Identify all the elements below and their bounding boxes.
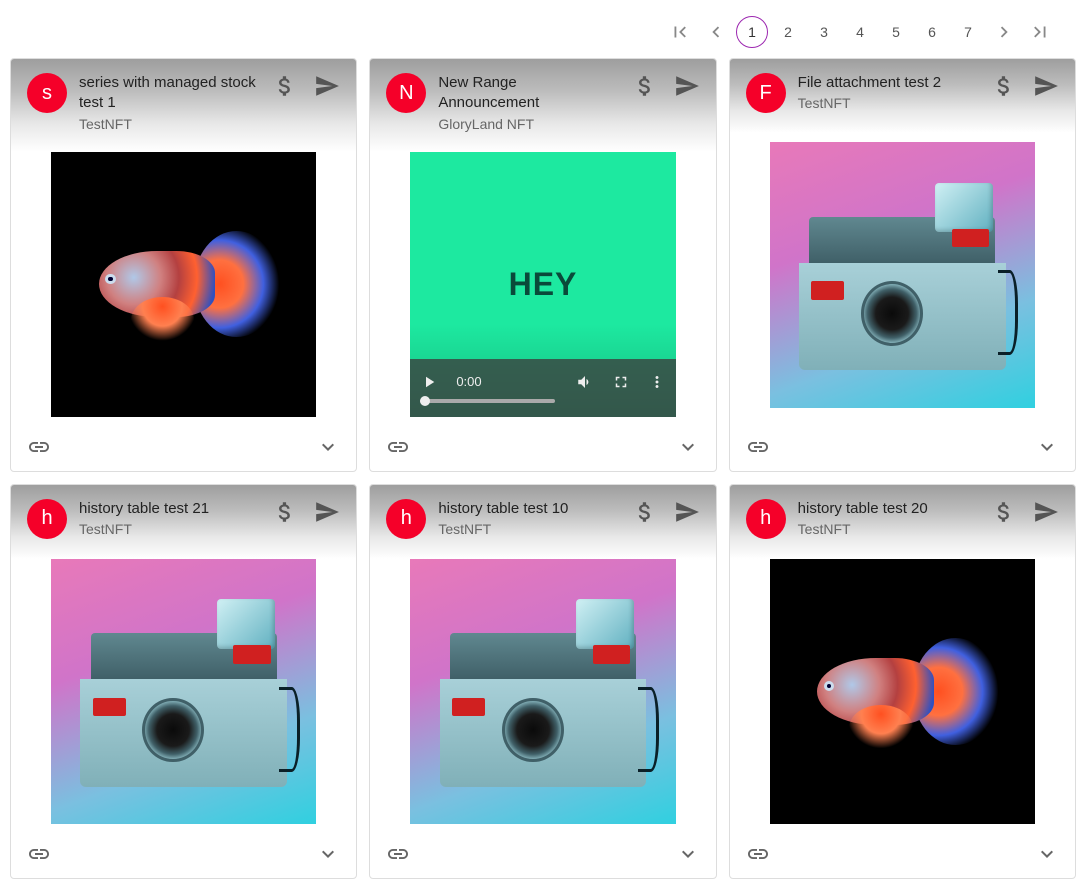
card-subtitle: GloryLand NFT: [438, 116, 619, 132]
link-icon[interactable]: [27, 842, 51, 866]
nft-card: F File attachment test 2 TestNFT: [729, 58, 1076, 472]
card-header-text: history table test 21 TestNFT: [79, 499, 260, 537]
link-icon[interactable]: [746, 842, 770, 866]
price-icon[interactable]: [632, 73, 658, 99]
link-icon[interactable]: [746, 435, 770, 459]
page-number-button[interactable]: 1: [736, 16, 768, 48]
card-grid: s series with managed stock test 1 TestN…: [10, 58, 1076, 879]
image-thumbnail: [51, 152, 316, 417]
card-header: N New Range Announcement GloryLand NFT: [370, 59, 715, 152]
expand-icon[interactable]: [1035, 435, 1059, 459]
card-header-text: File attachment test 2 TestNFT: [798, 73, 979, 111]
card-footer: [730, 830, 1075, 878]
send-icon[interactable]: [1033, 73, 1059, 99]
image-thumbnail: [770, 142, 1035, 407]
card-media: [11, 152, 356, 423]
link-icon[interactable]: [27, 435, 51, 459]
prev-page-button[interactable]: [700, 16, 732, 48]
card-title: history table test 21: [79, 499, 260, 519]
send-icon[interactable]: [314, 73, 340, 99]
page-number-button[interactable]: 6: [916, 16, 948, 48]
expand-icon[interactable]: [1035, 842, 1059, 866]
card-header: s series with managed stock test 1 TestN…: [11, 59, 356, 152]
page-number-button[interactable]: 2: [772, 16, 804, 48]
avatar: F: [746, 73, 786, 113]
avatar: N: [386, 73, 426, 113]
card-media: [370, 559, 715, 830]
page-number-button[interactable]: 4: [844, 16, 876, 48]
pagination: 1234567: [10, 10, 1076, 58]
image-thumbnail: [770, 559, 1035, 824]
price-icon[interactable]: [272, 73, 298, 99]
card-header-text: New Range Announcement GloryLand NFT: [438, 73, 619, 132]
next-page-button[interactable]: [988, 16, 1020, 48]
nft-card: h history table test 21 TestNFT: [10, 484, 357, 879]
card-footer: [370, 423, 715, 471]
nft-card: h history table test 20 TestNFT: [729, 484, 1076, 879]
nft-card: N New Range Announcement GloryLand NFT H…: [369, 58, 716, 472]
card-title: File attachment test 2: [798, 73, 979, 93]
card-title: series with managed stock test 1: [79, 73, 260, 114]
card-title: history table test 10: [438, 499, 619, 519]
avatar: h: [27, 499, 67, 539]
card-footer: [370, 830, 715, 878]
fullscreen-icon[interactable]: [612, 373, 630, 391]
card-footer: [11, 423, 356, 471]
page-number-button[interactable]: 5: [880, 16, 912, 48]
video-overlay-text: HEY: [509, 266, 578, 303]
nft-card: h history table test 10 TestNFT: [369, 484, 716, 879]
card-header-text: series with managed stock test 1 TestNFT: [79, 73, 260, 132]
card-footer: [11, 830, 356, 878]
expand-icon[interactable]: [316, 842, 340, 866]
card-header: F File attachment test 2 TestNFT: [730, 59, 1075, 133]
card-header-text: history table test 10 TestNFT: [438, 499, 619, 537]
video-controls: 0:00: [410, 359, 675, 417]
more-icon[interactable]: [648, 373, 666, 391]
image-thumbnail: [51, 559, 316, 824]
avatar: h: [746, 499, 786, 539]
send-icon[interactable]: [674, 499, 700, 525]
send-icon[interactable]: [314, 499, 340, 525]
expand-icon[interactable]: [316, 435, 340, 459]
card-subtitle: TestNFT: [438, 521, 619, 537]
card-title: history table test 20: [798, 499, 979, 519]
page-number-button[interactable]: 3: [808, 16, 840, 48]
avatar: s: [27, 73, 67, 113]
card-media: [730, 559, 1075, 830]
video-progress[interactable]: [420, 399, 555, 403]
link-icon[interactable]: [386, 435, 410, 459]
card-media: HEY 0:00: [370, 152, 715, 423]
volume-icon[interactable]: [576, 373, 594, 391]
page-number-button[interactable]: 7: [952, 16, 984, 48]
video-time: 0:00: [456, 374, 481, 389]
video-thumbnail: HEY 0:00: [410, 152, 675, 417]
price-icon[interactable]: [632, 499, 658, 525]
card-media: [730, 133, 1075, 423]
price-icon[interactable]: [272, 499, 298, 525]
last-page-button[interactable]: [1024, 16, 1056, 48]
expand-icon[interactable]: [676, 842, 700, 866]
price-icon[interactable]: [991, 499, 1017, 525]
send-icon[interactable]: [1033, 499, 1059, 525]
card-header: h history table test 10 TestNFT: [370, 485, 715, 559]
card-subtitle: TestNFT: [79, 116, 260, 132]
avatar: h: [386, 499, 426, 539]
expand-icon[interactable]: [676, 435, 700, 459]
first-page-button[interactable]: [664, 16, 696, 48]
card-subtitle: TestNFT: [798, 521, 979, 537]
card-subtitle: TestNFT: [79, 521, 260, 537]
play-icon[interactable]: [420, 373, 438, 391]
image-thumbnail: [410, 559, 675, 824]
link-icon[interactable]: [386, 842, 410, 866]
card-subtitle: TestNFT: [798, 95, 979, 111]
send-icon[interactable]: [674, 73, 700, 99]
card-header: h history table test 21 TestNFT: [11, 485, 356, 559]
card-footer: [730, 423, 1075, 471]
card-header: h history table test 20 TestNFT: [730, 485, 1075, 559]
price-icon[interactable]: [991, 73, 1017, 99]
card-media: [11, 559, 356, 830]
nft-card: s series with managed stock test 1 TestN…: [10, 58, 357, 472]
card-header-text: history table test 20 TestNFT: [798, 499, 979, 537]
card-title: New Range Announcement: [438, 73, 619, 114]
